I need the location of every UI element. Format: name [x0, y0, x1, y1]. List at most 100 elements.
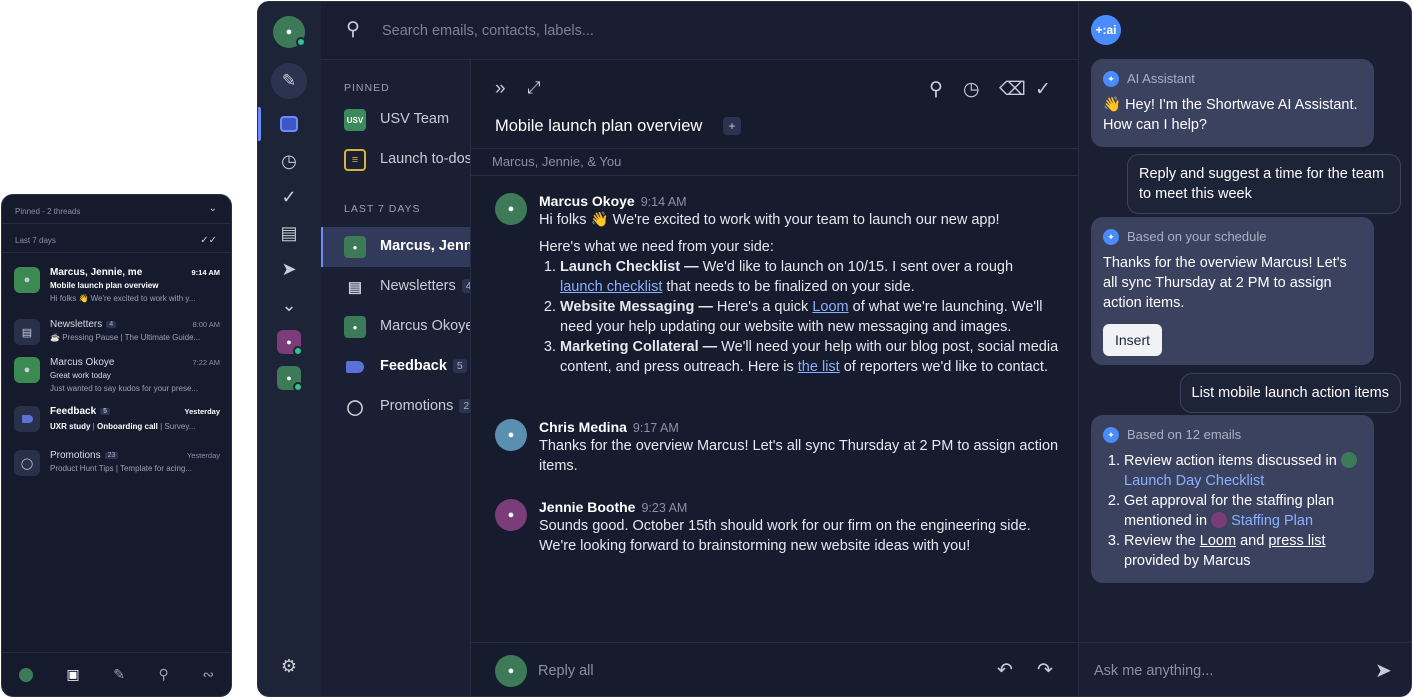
message-body: Thanks for the overview Marcus! Let's al…	[539, 438, 1059, 474]
recent-section-title: LAST 7 DAYS	[344, 203, 421, 215]
list-item[interactable]: ● Marcus Okoye 7:22 AM Great work today …	[14, 357, 220, 397]
drafts-icon[interactable]: ▤	[276, 220, 302, 246]
action-items-list: Review action items discussed in Launch …	[1103, 451, 1362, 571]
thread-item-marcus-okoye[interactable]: ● Marcus Okoye	[321, 307, 471, 347]
mark-done-check-icon[interactable]: ✓	[1035, 78, 1051, 101]
search-input[interactable]	[382, 20, 982, 42]
item-label: Marcus Okoye	[380, 318, 471, 334]
press-list-link[interactable]: press list	[1268, 533, 1325, 549]
avatar: ●	[495, 193, 527, 225]
pinned-section-header[interactable]: Pinned - 2 threads ⌄	[2, 195, 231, 224]
online-status-dot	[293, 382, 303, 392]
staffing-plan-link[interactable]: Staffing Plan	[1231, 513, 1313, 529]
snooze-clock-icon[interactable]: ◷	[963, 78, 980, 101]
avatar: ●	[344, 316, 366, 338]
reply-icon[interactable]: ↶	[997, 659, 1013, 682]
loom-link[interactable]: Loom	[1200, 533, 1236, 549]
ai-intro-text: 👋 Hey! I'm the Shortwave AI Assistant. H…	[1103, 97, 1358, 133]
collapse-panel-icon[interactable]: »	[495, 78, 506, 100]
compose-icon[interactable]: ✎	[113, 666, 125, 683]
thread-item-marcus-jennie[interactable]: ● Marcus, Jennie	[321, 227, 470, 267]
thread-subject: Mobile launch plan overview	[50, 281, 159, 290]
message-header: Marcus Okoye 9:14 AM	[539, 193, 687, 209]
tag-icon: ◯	[346, 399, 364, 416]
list-item[interactable]: ▤ Newsletters 4 8:00 AM ☕ Pressing Pause …	[14, 319, 220, 349]
search-icon[interactable]: ⚲	[159, 666, 169, 683]
count-badge: 5	[452, 359, 467, 373]
author-name: Marcus Okoye	[539, 193, 635, 209]
thread-item-promotions[interactable]: ◯ Promotions 2	[321, 387, 470, 427]
nav-rail: ● ✎ ◷ ✓ ▤ ➤ ⌄ ● ● ⚙	[258, 2, 321, 696]
loom-link[interactable]: Loom	[812, 299, 848, 315]
list-item: Launch Checklist — We'd like to launch o…	[560, 257, 1059, 297]
list-item[interactable]: Feedback 5 Yesterday UXR study | Onboardi…	[14, 406, 220, 436]
chevron-down-icon[interactable]: ⌄	[276, 292, 302, 318]
sent-icon[interactable]: ➤	[276, 256, 302, 282]
profile-avatar-icon[interactable]	[18, 667, 33, 682]
message-time: 9:23 AM	[641, 501, 688, 515]
avatar	[1340, 452, 1357, 468]
thread-time: 7:22 AM	[192, 358, 220, 367]
item-label: USV Team	[380, 111, 450, 127]
label-icon	[14, 406, 40, 432]
pinned-item-usv-team[interactable]: USV USV Team	[321, 100, 470, 140]
label-icon	[344, 356, 366, 378]
ai-header: ✦ Based on your schedule	[1103, 227, 1362, 247]
avatar: ●	[14, 357, 40, 383]
list-item: Review the Loom and press list provided …	[1124, 531, 1362, 571]
item-label: Promotions 2	[380, 398, 470, 414]
search-bar: ⚲	[321, 2, 1078, 60]
send-icon[interactable]: ➤	[1375, 658, 1392, 683]
thread-preview: Just wanted to say kudos for your prese.…	[50, 384, 199, 393]
mark-all-done-icon[interactable]: ✓✓	[200, 235, 217, 246]
sparkle-icon: ✦	[1103, 71, 1119, 87]
wave-icon[interactable]: ∾	[202, 666, 214, 683]
note-icon: ≡	[344, 149, 366, 171]
settings-gear-icon[interactable]: ⚙	[276, 653, 302, 679]
online-status-dot	[293, 346, 303, 356]
insert-button[interactable]: Insert	[1103, 324, 1163, 356]
message-time: 9:17 AM	[632, 421, 679, 435]
count-badge: 5	[100, 408, 111, 415]
newsletter-icon: ▤	[14, 319, 40, 345]
reply-all-input[interactable]	[538, 661, 958, 681]
thread-item-newsletters[interactable]: ▤ Newsletters4	[321, 267, 470, 307]
done-check-icon[interactable]: ✓	[276, 184, 302, 210]
forward-icon[interactable]: ↷	[1037, 659, 1053, 682]
tag-icon: ◯	[14, 450, 40, 476]
request-list: Launch Checklist — We'd like to launch o…	[539, 257, 1059, 377]
launch-checklist-link[interactable]: launch checklist	[560, 279, 662, 295]
launch-day-checklist-link[interactable]: Launch Day Checklist	[1124, 473, 1264, 489]
compose-button[interactable]: ✎	[271, 63, 307, 99]
mobile-bottom-nav: ▣ ✎ ⚲ ∾	[2, 652, 231, 696]
chevron-down-icon[interactable]: ⌄	[209, 203, 217, 214]
clock-icon[interactable]: ◷	[276, 148, 302, 174]
inbox-icon[interactable]	[276, 111, 302, 137]
message-header: Chris Medina 9:17 AM	[539, 419, 679, 435]
pin-icon[interactable]: ⚲	[929, 78, 943, 101]
ai-list-bubble: ✦Based on 12 emails Review action items …	[1091, 415, 1374, 583]
message-header: Jennie Boothe 9:23 AM	[539, 499, 687, 515]
trash-icon[interactable]: ⌫	[999, 78, 1026, 101]
thread-item-feedback[interactable]: Feedback 5	[321, 347, 470, 387]
ask-ai-input[interactable]	[1094, 661, 1364, 681]
ask-bar: ➤	[1079, 642, 1411, 696]
active-indicator	[258, 107, 261, 141]
item-label: Marcus, Jennie	[380, 238, 470, 254]
list-item[interactable]: ● Marcus, Jennie, me 9:14 AM Mobile laun…	[14, 267, 220, 312]
thread-subject: Great work today	[50, 371, 111, 380]
thread-time: 8:00 AM	[192, 320, 220, 329]
participants-line: Marcus, Jennie, & You	[471, 148, 1078, 176]
pinned-item-launch-todos[interactable]: ≡ Launch to-dos	[321, 140, 470, 180]
newsletter-icon: ▤	[347, 279, 363, 296]
sparkle-icon: ✦	[1103, 427, 1119, 443]
reporters-list-link[interactable]: the list	[798, 359, 840, 375]
add-label-button[interactable]: +	[723, 117, 741, 135]
mobile-app-window: Pinned - 2 threads ⌄ Last 7 days ✓✓ ● Ma…	[1, 194, 232, 697]
inbox-icon[interactable]: ▣	[66, 666, 79, 683]
thread-time: Yesterday	[184, 407, 220, 416]
expand-icon[interactable]: ⤢	[527, 78, 541, 98]
thread-name: Promotions 23	[50, 450, 119, 461]
list-item[interactable]: ◯ Promotions 23 Yesterday Product Hunt Ti…	[14, 450, 220, 480]
recent-header-label: Last 7 days	[15, 236, 56, 245]
